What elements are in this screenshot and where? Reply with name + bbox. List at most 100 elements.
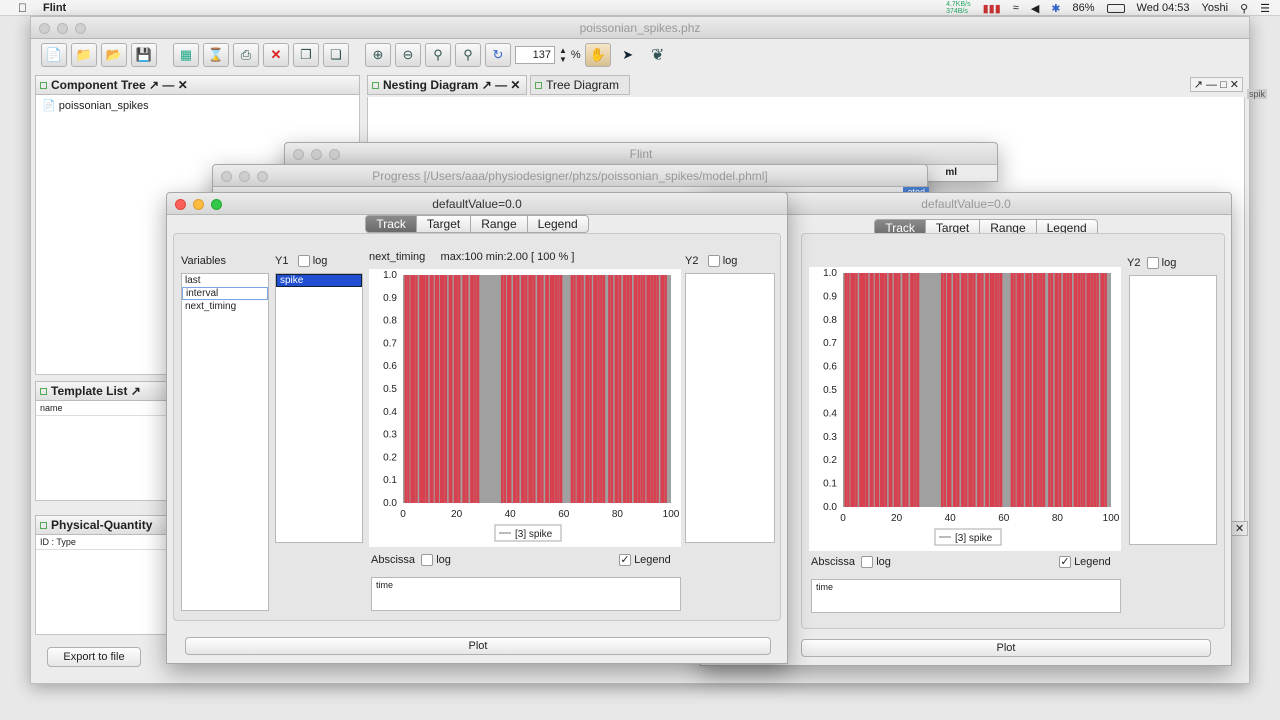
back-legend-row: ✓ Legend: [1059, 556, 1111, 569]
open-recent-icon[interactable]: 📂: [101, 43, 127, 67]
hourglass-icon[interactable]: ⌛: [203, 43, 229, 67]
back-y2-list[interactable]: [1129, 275, 1217, 545]
spike-bar: [648, 275, 651, 503]
spike-bar: [1021, 273, 1024, 507]
notification-icon[interactable]: ☰: [1260, 2, 1270, 15]
spike-bar: [1101, 273, 1105, 507]
minimize-window-button[interactable]: [57, 23, 68, 34]
spike-bar: [968, 273, 971, 507]
template-list-column[interactable]: name: [36, 401, 169, 416]
close-window-button[interactable]: [39, 23, 50, 34]
y-tick-label: 0.2: [823, 455, 837, 466]
zoom-in-icon[interactable]: ⊕: [365, 43, 391, 67]
y1-log-checkbox[interactable]: [297, 255, 310, 268]
spike-bar: [906, 273, 909, 507]
spike-bar: [1048, 273, 1051, 507]
legend-checkbox[interactable]: ✓: [619, 554, 631, 567]
spike-bar: [911, 273, 914, 507]
spike-bar: [973, 273, 976, 507]
zoom-stepper-icon[interactable]: ▲ ▼: [559, 46, 567, 64]
front-close-button[interactable]: [175, 199, 186, 210]
battery-icon[interactable]: [1106, 3, 1125, 13]
spike-bar: [404, 275, 407, 503]
front-zoom-button[interactable]: [211, 199, 222, 210]
front-tab-range[interactable]: Range: [471, 215, 528, 233]
abscissa-log-checkbox[interactable]: [421, 554, 434, 567]
search-icon[interactable]: ⚲: [1240, 2, 1248, 15]
spike-bar: [1040, 273, 1043, 507]
panel-close-icon[interactable]: ✕: [1231, 521, 1249, 536]
paste-icon[interactable]: ❏: [323, 43, 349, 67]
pointer-tool-icon[interactable]: ➤: [615, 43, 641, 67]
copy-icon[interactable]: ❐: [293, 43, 319, 67]
x-tick-label: 100: [1103, 513, 1120, 524]
tab-tree-diagram[interactable]: Tree Diagram: [530, 75, 631, 95]
spike-bar: [1058, 273, 1062, 507]
spike-bar: [1088, 273, 1091, 507]
zoom-input[interactable]: 137: [515, 46, 555, 64]
y-tick-label: 0.1: [383, 475, 397, 486]
new-file-icon[interactable]: 📄: [41, 43, 67, 67]
back-abscissa-field[interactable]: time: [811, 579, 1121, 613]
cylinder-icon[interactable]: ▦: [173, 43, 199, 67]
export-to-file-button[interactable]: Export to file: [47, 647, 141, 667]
zoom-fit-icon[interactable]: ⚲: [425, 43, 451, 67]
spike-bar: [1066, 273, 1070, 507]
print-icon[interactable]: ⎙: [233, 43, 259, 67]
spike-bar: [1093, 273, 1097, 507]
spike-bar: [1016, 273, 1019, 507]
variable-item-interval[interactable]: interval: [182, 287, 268, 300]
tab-nesting-diagram[interactable]: Nesting Diagram ↗ — ✕: [367, 75, 527, 95]
user-name[interactable]: Yoshi: [1202, 2, 1229, 14]
variable-item-last[interactable]: last: [182, 274, 268, 287]
apple-icon[interactable]: : [18, 1, 27, 15]
diagram-tabstrip: Nesting Diagram ↗ — ✕ Tree Diagram ↗ — □…: [367, 75, 1245, 95]
net-rx: 374B/s: [946, 8, 968, 15]
back-y2-log-checkbox[interactable]: [1146, 257, 1159, 270]
back-legend-checkbox[interactable]: ✓: [1059, 556, 1071, 569]
front-tab-target[interactable]: Target: [416, 215, 472, 233]
back-abscissa-log-checkbox[interactable]: [861, 556, 874, 569]
variable-item-next-timing[interactable]: next_timing: [182, 300, 268, 313]
spike-bar: [1026, 273, 1030, 507]
physical-quantity-column[interactable]: ID : Type: [36, 535, 169, 550]
menu-bar:  Flint 4.7KB/s 374B/s ▮▮▮ ≈ ◀ ✱ 86% Wed…: [0, 0, 1280, 16]
main-titlebar: poissonian_spikes.phz: [31, 17, 1249, 39]
spike-bar: [1083, 273, 1086, 507]
delete-icon[interactable]: ✕: [263, 43, 289, 67]
tree-item[interactable]: 📄 poissonian_spikes: [42, 99, 353, 112]
hand-tool-icon[interactable]: ✋: [584, 43, 611, 67]
spike-bar: [957, 273, 960, 507]
save-icon[interactable]: 💾: [131, 43, 157, 67]
y2-log-checkbox[interactable]: [707, 255, 720, 268]
open-folder-icon[interactable]: 📁: [71, 43, 97, 67]
y1-item-spike[interactable]: spike: [276, 274, 362, 287]
abscissa-field[interactable]: time: [371, 577, 681, 611]
zoom-actual-icon[interactable]: ⚲: [455, 43, 481, 67]
app-menu[interactable]: Flint: [43, 2, 66, 14]
panel-window-controls[interactable]: ↗ — □ ✕: [1189, 77, 1243, 92]
bluetooth-icon[interactable]: ✱: [1051, 2, 1060, 15]
refresh-icon[interactable]: ↻: [485, 43, 511, 67]
spike-bar: [554, 275, 557, 503]
wifi-icon[interactable]: ≈: [1013, 2, 1019, 14]
spike-bar: [626, 275, 630, 503]
front-tab-legend[interactable]: Legend: [527, 215, 589, 233]
spike-bar: [533, 275, 536, 503]
y2-list[interactable]: [685, 273, 775, 543]
spike-bar: [637, 275, 641, 503]
spike-bar: [597, 275, 600, 503]
volume-icon[interactable]: ◀: [1031, 2, 1039, 15]
spike-bar: [861, 273, 864, 507]
zoom-out-icon[interactable]: ⊖: [395, 43, 421, 67]
back-y2-log-label: log: [1161, 257, 1177, 269]
clock[interactable]: Wed 04:53: [1137, 2, 1190, 14]
back-plot-button[interactable]: Plot: [801, 639, 1211, 657]
plot-button[interactable]: Plot: [185, 637, 771, 655]
zoom-window-button[interactable]: [75, 23, 86, 34]
spike-bar: [946, 273, 950, 507]
flint-logo-icon[interactable]: ❦: [645, 43, 671, 67]
front-minimize-button[interactable]: [193, 199, 204, 210]
front-tab-track[interactable]: Track: [365, 215, 417, 233]
front-chart: 0.0 0.1 0.2 0.3 0.4 0.5 0.6 0.7 0.8 0.9 1.0 0 20 40 60…: [369, 269, 681, 547]
